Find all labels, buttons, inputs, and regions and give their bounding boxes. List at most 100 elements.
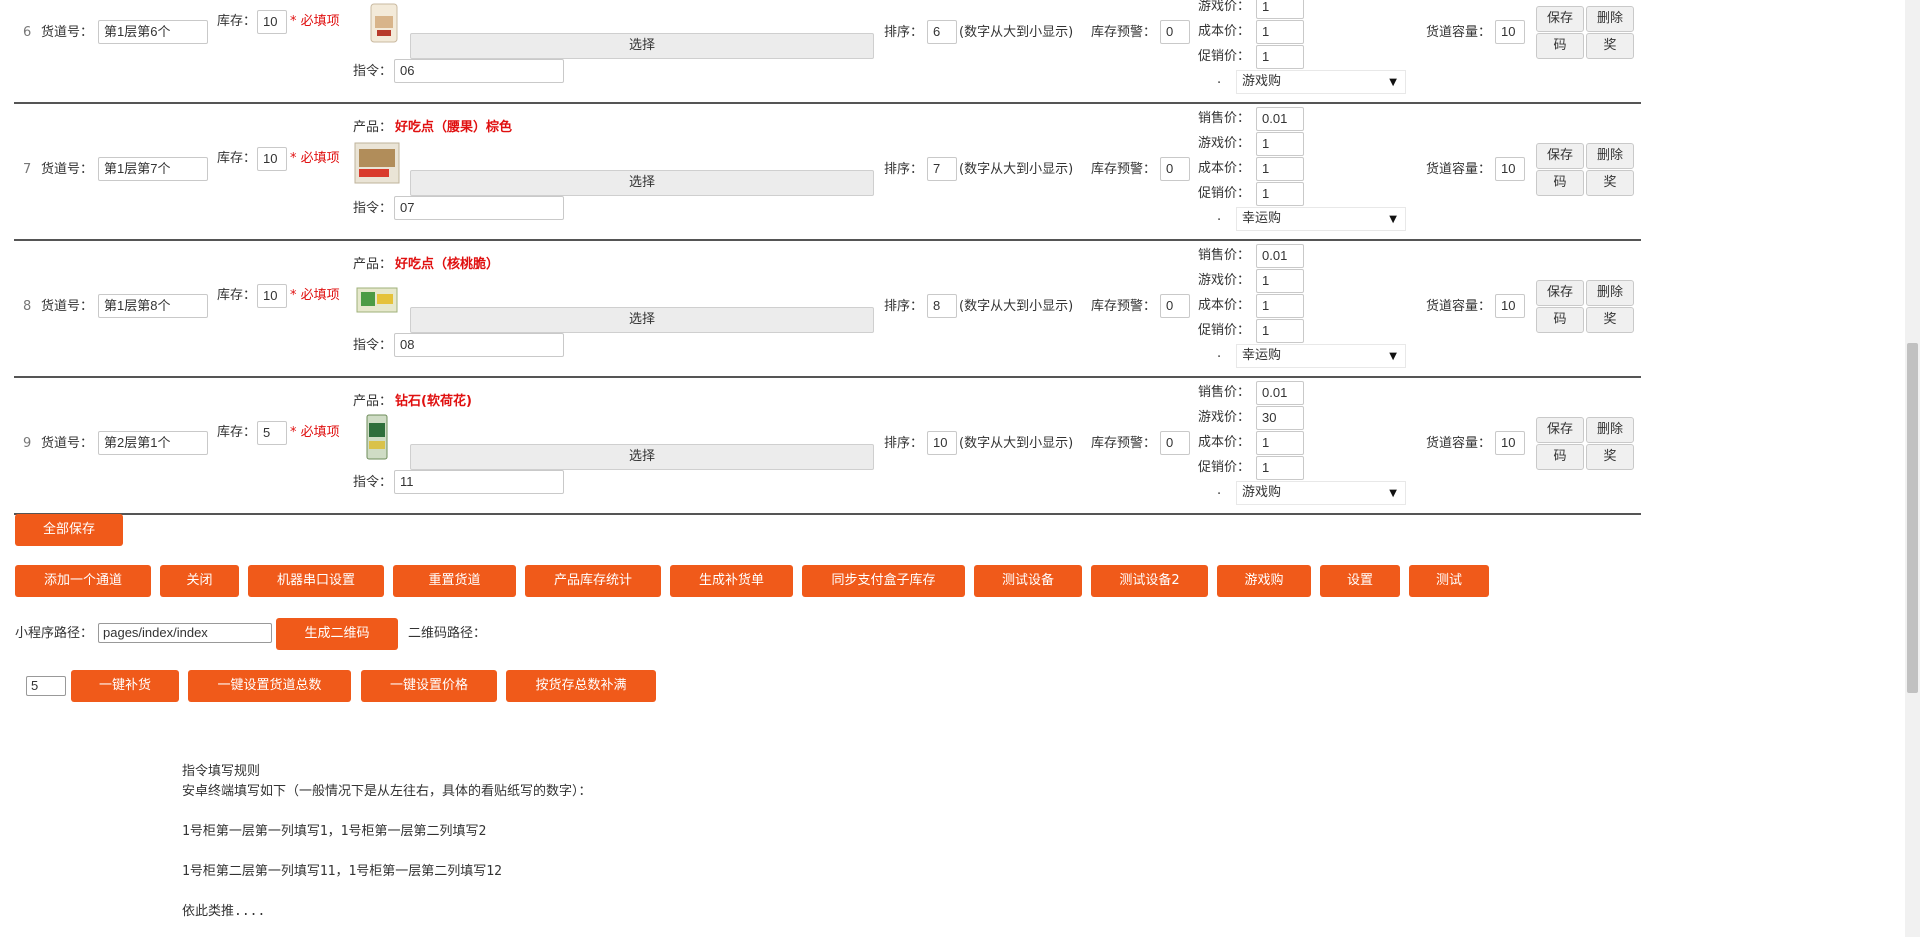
delete-button[interactable]: 删除 [1586,417,1634,443]
sale-price-input[interactable]: 0.01 [1256,381,1304,405]
reset-lanes-button[interactable]: 重置货道 [393,565,516,597]
sale-price-input[interactable]: 0.01 [1256,107,1304,131]
game-price-input[interactable]: 1 [1256,269,1304,293]
command-input[interactable]: 06 [394,59,564,83]
prize-button[interactable]: 奖 [1586,170,1634,196]
sort-input[interactable]: 8 [927,294,957,318]
test-button[interactable]: 测试 [1409,565,1489,597]
close-button[interactable]: 关闭 [160,565,239,597]
test-device-2-button[interactable]: 测试设备2 [1091,565,1208,597]
save-button[interactable]: 保存 [1536,6,1584,32]
stock-label: 库存： [217,425,257,440]
purchase-mode-select[interactable]: 幸运购 ▼ [1236,207,1406,231]
capacity-input[interactable]: 10 [1495,157,1525,181]
sync-pay-box-stock-button[interactable]: 同步支付盒子库存 [802,565,965,597]
promo-price-input[interactable]: 1 [1256,45,1304,69]
lane-input[interactable]: 第1层第7个 [98,157,208,181]
stock-input[interactable]: 10 [257,284,287,308]
save-button[interactable]: 保存 [1536,280,1584,306]
serial-port-settings-button[interactable]: 机器串口设置 [248,565,384,597]
stock-warning-input[interactable]: 0 [1160,20,1190,44]
capacity-input[interactable]: 10 [1495,431,1525,455]
cost-price-input[interactable]: 1 [1256,294,1304,318]
choose-product-button[interactable]: 选择 [410,444,874,470]
cost-price-input[interactable]: 1 [1256,20,1304,44]
generate-qrcode-button[interactable]: 生成二维码 [276,618,398,650]
stock-warning-input[interactable]: 0 [1160,157,1190,181]
scrollbar-thumb[interactable] [1907,343,1918,693]
product-thumbnail [366,414,388,460]
fill-by-stock-total-button[interactable]: 按货存总数补满 [506,670,656,702]
cost-price-input[interactable]: 1 [1256,431,1304,455]
command-input[interactable]: 07 [394,196,564,220]
sort-hint: (数字从大到小显示) [959,162,1074,177]
code-button[interactable]: 码 [1536,444,1584,470]
save-button[interactable]: 保存 [1536,417,1584,443]
qrcode-path-label: 二维码路径： [408,626,487,641]
prize-button[interactable]: 奖 [1586,33,1634,59]
command-input[interactable]: 11 [394,470,564,494]
bulk-quantity-input[interactable]: 5 [26,676,66,696]
product-thumbnail [354,142,400,184]
vertical-scrollbar[interactable] [1905,0,1920,937]
purchase-mode-select[interactable]: 幸运购 ▼ [1236,344,1406,368]
lane-input[interactable]: 第1层第8个 [98,294,208,318]
dot-mark: . [1217,483,1222,498]
purchase-mode-select[interactable]: 游戏购 ▼ [1236,70,1406,94]
promo-price-input[interactable]: 1 [1256,319,1304,343]
command-input[interactable]: 08 [394,333,564,357]
stock-input[interactable]: 5 [257,421,287,445]
choose-product-button[interactable]: 选择 [410,307,874,333]
save-all-button[interactable]: 全部保存 [15,514,123,546]
add-channel-button[interactable]: 添加一个通道 [15,565,151,597]
test-device-button[interactable]: 测试设备 [974,565,1082,597]
promo-price-input[interactable]: 1 [1256,182,1304,206]
stock-label: 库存： [217,14,257,29]
required-hint: * 必填项 [290,425,340,440]
page: 6 货道号： 第1层第6个 库存： 10 * 必填项 选择 指令： 06 排序：… [0,0,1905,937]
stock-input[interactable]: 10 [257,10,287,34]
mini-program-path-input[interactable]: pages/index/index [98,623,272,643]
capacity-label: 货道容量： [1426,436,1492,451]
set-lane-total-button[interactable]: 一键设置货道总数 [188,670,351,702]
choose-product-button[interactable]: 选择 [410,170,874,196]
sort-input[interactable]: 7 [927,157,957,181]
sale-price-input[interactable]: 0.01 [1256,244,1304,268]
sort-input[interactable]: 10 [927,431,957,455]
stock-warning-input[interactable]: 0 [1160,431,1190,455]
purchase-mode-select[interactable]: 游戏购 ▼ [1236,481,1406,505]
delete-button[interactable]: 删除 [1586,6,1634,32]
product-stock-stats-button[interactable]: 产品库存统计 [525,565,661,597]
promo-price-label: 促销价： [1198,460,1251,475]
delete-button[interactable]: 删除 [1586,280,1634,306]
capacity-input[interactable]: 10 [1495,20,1525,44]
game-price-input[interactable]: 1 [1256,0,1304,19]
prize-button[interactable]: 奖 [1586,307,1634,333]
code-button[interactable]: 码 [1536,33,1584,59]
prize-button[interactable]: 奖 [1586,444,1634,470]
code-button[interactable]: 码 [1536,307,1584,333]
capacity-input[interactable]: 10 [1495,294,1525,318]
save-button[interactable]: 保存 [1536,143,1584,169]
stock-input[interactable]: 10 [257,147,287,171]
code-button[interactable]: 码 [1536,170,1584,196]
set-price-button[interactable]: 一键设置价格 [361,670,497,702]
product-label: 产品： [353,257,393,272]
lane-input[interactable]: 第2层第1个 [98,431,208,455]
cost-price-input[interactable]: 1 [1256,157,1304,181]
choose-product-button[interactable]: 选择 [410,33,874,59]
settings-button[interactable]: 设置 [1320,565,1400,597]
command-label: 指令： [353,201,393,216]
sort-input[interactable]: 6 [927,20,957,44]
lane-input[interactable]: 第1层第6个 [98,20,208,44]
cost-price-label: 成本价： [1198,161,1251,176]
game-price-input[interactable]: 1 [1256,132,1304,156]
cost-price-label: 成本价： [1198,435,1251,450]
game-buy-button[interactable]: 游戏购 [1217,565,1311,597]
one-click-restock-button[interactable]: 一键补货 [71,670,179,702]
delete-button[interactable]: 删除 [1586,143,1634,169]
promo-price-input[interactable]: 1 [1256,456,1304,480]
stock-warning-input[interactable]: 0 [1160,294,1190,318]
generate-restock-sheet-button[interactable]: 生成补货单 [670,565,793,597]
game-price-input[interactable]: 30 [1256,406,1304,430]
